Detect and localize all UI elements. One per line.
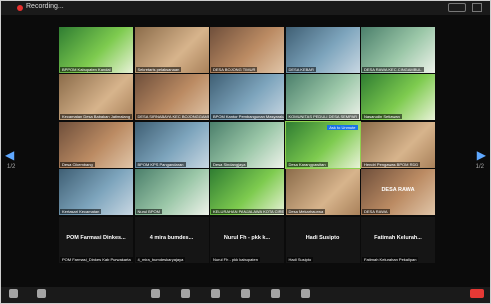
participant-name-label: DESA SIRNABAYA KEC BOJONGGAMBIR xyxy=(135,114,209,120)
end-meeting-button[interactable] xyxy=(470,289,484,298)
participant-name-label: Kecamatan Desa Babakan Jatimalang xyxy=(60,114,133,120)
participant-tile[interactable]: 4 mira bumdes... 4_mira_bumdeskaryajaya xyxy=(134,216,209,263)
participant-name-label: BPOM Kantor Pembangunan Masyarakat xyxy=(211,114,284,120)
participant-tile[interactable]: KOMUNITAS PEDULI DESA SEMPAR xyxy=(285,74,360,121)
participant-tile[interactable]: Desa Cikembang xyxy=(59,121,133,168)
participant-display-name: POM Farmasi Dinkes... xyxy=(66,234,126,241)
participant-tile[interactable]: BPPOM Kabupaten Kandal xyxy=(59,27,133,73)
participant-name-label: Desa Mekarhaurwa xyxy=(286,209,326,215)
participant-tile[interactable]: Kecamatan Desa Babakan Jatimalang xyxy=(59,74,133,121)
participant-name-label: POM Farmasi_Dinkes Kab Purwakarta xyxy=(60,256,133,262)
participant-name-label: BPPOM Kabupaten Kandal xyxy=(60,67,113,72)
zoom-window: Recording... ◀ 1/2 ▶ 1/2 BPPOM Kabupaten… xyxy=(0,0,491,304)
security-icon[interactable] xyxy=(151,289,160,298)
participants-icon[interactable] xyxy=(181,289,190,298)
participant-tile[interactable]: Desa Sindangjaya xyxy=(210,121,284,168)
participant-tile[interactable]: DESA SIRNABAYA KEC BOJONGGAMBIR xyxy=(134,74,209,121)
participant-tile[interactable]: KELURAHAN PANJALAWA KOTA CIREBON xyxy=(210,169,284,216)
participant-tile[interactable]: Fatimah Kelurah... Fatimah Kelurahan Peka… xyxy=(361,216,435,263)
participant-name-label: Nurul Fh - pkk kabupaten xyxy=(211,256,260,262)
participant-display-name: Nurul Fh - pkk k... xyxy=(223,234,271,241)
page-indicator-left: 1/2 xyxy=(7,164,16,170)
participant-name-label: KELURAHAN PANJALAWA KOTA CIREBON xyxy=(211,209,284,215)
participant-tile[interactable]: DESA BOJONG TIMUR xyxy=(210,27,284,73)
participant-name-label: Nurul BPOM xyxy=(135,209,162,215)
participant-name-label: Desa Cikembang xyxy=(60,161,95,167)
participant-name-label: Fatimah Kelurahan Pekalipan xyxy=(362,256,419,262)
participant-tile[interactable]: DESA RAWA DESA RAWA xyxy=(361,169,435,216)
participant-name-label: DESA RAWA xyxy=(362,209,390,215)
participant-name-label: DESA BOJONG TIMUR xyxy=(211,67,258,72)
bottom-toolbar xyxy=(1,287,490,303)
participant-display-name: Fatimah Kelurah... xyxy=(374,234,422,241)
share-screen-icon[interactable] xyxy=(241,289,250,298)
participant-tile[interactable]: Desa Mekarhaurwa xyxy=(285,169,360,216)
participant-name-label: BPOM KPS Pangandaran xyxy=(135,161,186,167)
participant-name-label: DESA RAWA KEC.CINGAMBUL xyxy=(362,67,424,72)
camera-icon[interactable] xyxy=(37,289,46,298)
participant-tile[interactable]: Kertasari Kecamatan xyxy=(59,169,133,216)
previous-page-arrow-icon[interactable]: ◀ xyxy=(5,149,14,161)
participant-tile[interactable]: POM Farmasi Dinkes... POM Farmasi_Dinkes … xyxy=(59,216,133,263)
top-bar: Recording... xyxy=(1,1,490,15)
participant-tile[interactable]: DESA RAWA KEC.CINGAMBUL xyxy=(361,27,435,73)
view-toggle-button[interactable] xyxy=(448,3,466,12)
participant-name-label: Hadi Susipto xyxy=(286,256,314,262)
participant-name-label: KOMUNITAS PEDULI DESA SEMPAR xyxy=(286,114,360,120)
participant-display-name: DESA RAWA xyxy=(381,187,415,194)
recording-label: Recording... xyxy=(26,3,64,10)
participant-name-label: Hendri Pengawas BPOM RDD xyxy=(362,161,421,167)
participant-tile[interactable]: BPOM KPS Pangandaran xyxy=(134,121,209,168)
participant-tile[interactable]: Nurul BPOM xyxy=(134,169,209,216)
fullscreen-button[interactable] xyxy=(472,3,482,12)
recording-indicator-icon xyxy=(17,5,23,11)
participant-name-label: Desa Sindangjaya xyxy=(211,161,248,167)
participant-name-label: DESA KEBAR xyxy=(286,67,316,72)
participant-display-name: 4 mira bumdes... xyxy=(149,234,194,241)
participant-name-label: Desa Karangpawitan xyxy=(286,161,328,167)
participant-name-label: 4_mira_bumdeskaryajaya xyxy=(135,256,186,262)
participant-tile[interactable]: Hadi Susipto Hadi Susipto xyxy=(285,216,360,263)
next-page-arrow-icon[interactable]: ▶ xyxy=(477,149,486,161)
participant-tile[interactable]: BPOM Kantor Pembangunan Masyarakat xyxy=(210,74,284,121)
participant-grid: BPPOM Kabupaten Kandal Sekretaris pelaksa… xyxy=(59,27,436,264)
chat-icon[interactable] xyxy=(211,289,220,298)
page-indicator-right: 1/2 xyxy=(475,164,484,170)
participant-name-label: Nasarudin Setiawan xyxy=(362,114,402,120)
participant-tile[interactable]: Nurul Fh - pkk k... Nurul Fh - pkk kabupa… xyxy=(210,216,284,263)
unmute-request-badge: Ask to Unmute xyxy=(327,124,358,130)
participant-tile[interactable]: Desa Karangpawitan Ask to Unmute xyxy=(284,120,361,169)
participant-name-label: Kertasari Kecamatan xyxy=(60,209,102,215)
participant-tile[interactable]: DESA KEBAR xyxy=(285,27,360,73)
participant-tile[interactable]: Sekretaris pelaksanaan xyxy=(134,27,209,73)
participant-tile[interactable]: Nasarudin Setiawan xyxy=(361,74,435,121)
reactions-icon[interactable] xyxy=(301,289,310,298)
microphone-icon[interactable] xyxy=(9,289,18,298)
record-icon[interactable] xyxy=(271,289,280,298)
participant-name-label: Sekretaris pelaksanaan xyxy=(135,67,182,72)
participant-tile[interactable]: Hendri Pengawas BPOM RDD xyxy=(361,121,435,168)
participant-display-name: Hadi Susipto xyxy=(305,234,340,241)
